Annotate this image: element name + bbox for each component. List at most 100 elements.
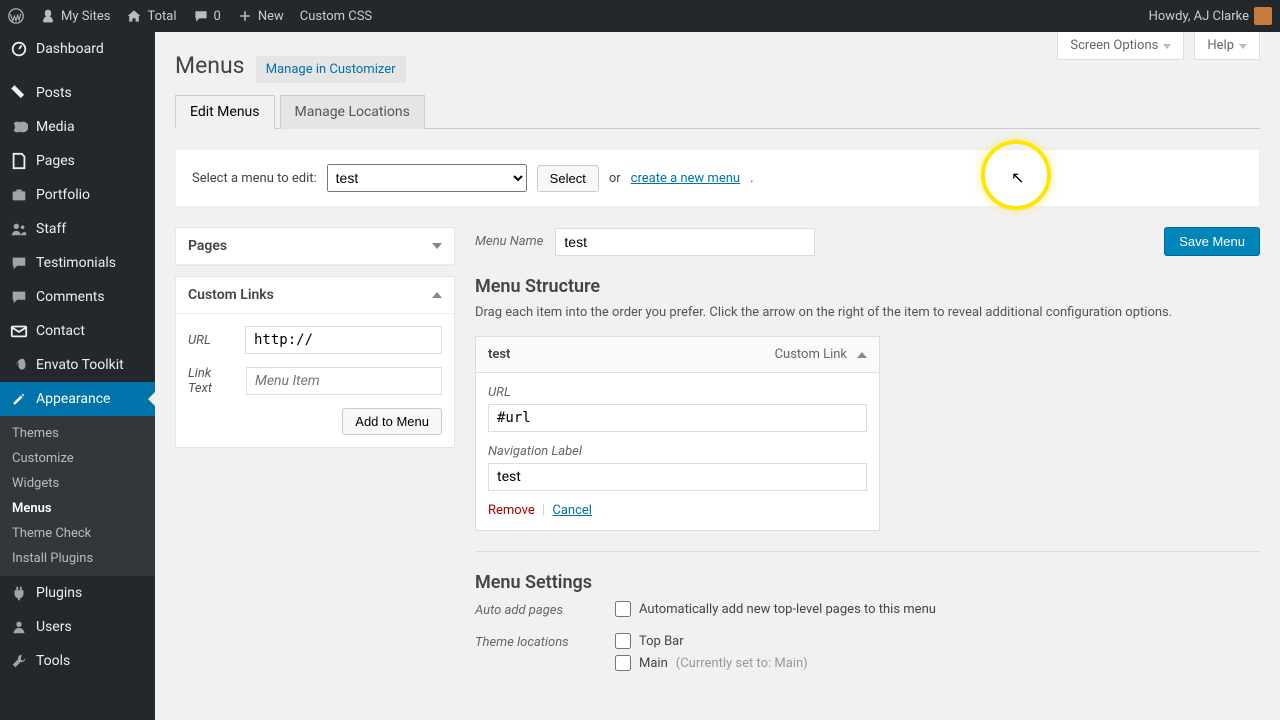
comments-count: 0 bbox=[214, 9, 221, 24]
sidebar-item-testimonials[interactable]: Testimonials bbox=[0, 246, 155, 280]
menu-name-label: Menu Name bbox=[475, 234, 543, 249]
sidebar-sub-themecheck[interactable]: Theme Check bbox=[0, 521, 155, 546]
sidebar-sub-customize[interactable]: Customize bbox=[0, 446, 155, 471]
autoadd-checkbox-label[interactable]: Automatically add new top-level pages to… bbox=[615, 601, 1260, 617]
sidebar-item-posts[interactable]: Posts bbox=[0, 76, 155, 110]
dot: . bbox=[750, 171, 753, 186]
autoadd-label: Auto add pages bbox=[475, 601, 615, 618]
separator: | bbox=[542, 503, 545, 518]
autoadd-checkbox[interactable] bbox=[615, 601, 631, 617]
screen-options-button[interactable]: Screen Options bbox=[1057, 32, 1184, 60]
sidebar-label: Pages bbox=[36, 153, 75, 169]
loc-main-note: (Currently set to: Main) bbox=[676, 656, 808, 671]
select-menu-label: Select a menu to edit: bbox=[192, 171, 317, 186]
menu-item: test Custom Link URL Navigation Label Re… bbox=[475, 336, 880, 531]
custom-link-text-input[interactable] bbox=[246, 367, 442, 395]
menu-item-navlabel-input[interactable] bbox=[488, 463, 867, 491]
admin-sidebar: Dashboard Posts Media Pages Portfolio St… bbox=[0, 32, 155, 720]
sidebar-sub-installplugins[interactable]: Install Plugins bbox=[0, 546, 155, 571]
sidebar-sub-themes[interactable]: Themes bbox=[0, 421, 155, 446]
comments-link[interactable]: 0 bbox=[193, 8, 221, 24]
site-name-label: Total bbox=[147, 9, 176, 24]
chevron-down-icon bbox=[1163, 44, 1171, 49]
sidebar-item-portfolio[interactable]: Portfolio bbox=[0, 178, 155, 212]
or-label: or bbox=[609, 171, 621, 186]
wp-logo[interactable] bbox=[8, 8, 24, 24]
sidebar-item-plugins[interactable]: Plugins bbox=[0, 576, 155, 610]
sidebar-label: Envato Toolkit bbox=[36, 357, 124, 373]
chevron-up-icon bbox=[857, 352, 867, 358]
linktext-label: Link Text bbox=[188, 366, 236, 396]
sidebar-item-tools[interactable]: Tools bbox=[0, 644, 155, 678]
menu-item-cancel-link[interactable]: Cancel bbox=[552, 503, 592, 518]
menu-settings-heading: Menu Settings bbox=[475, 572, 1260, 593]
main-content: Screen Options Help Menus Manage in Cust… bbox=[155, 32, 1280, 720]
menu-select-dropdown[interactable]: test bbox=[327, 164, 527, 192]
url-label: URL bbox=[188, 333, 235, 348]
custom-css-label: Custom CSS bbox=[300, 9, 372, 24]
custom-link-url-input[interactable] bbox=[245, 326, 442, 354]
sidebar-item-contact[interactable]: Contact bbox=[0, 314, 155, 348]
sidebar-item-dashboard[interactable]: Dashboard bbox=[0, 32, 155, 66]
site-home-link[interactable]: Total bbox=[126, 8, 176, 24]
sidebar-item-appearance[interactable]: Appearance bbox=[0, 382, 155, 416]
sidebar-label: Appearance bbox=[36, 391, 110, 407]
sidebar-sub-menus[interactable]: Menus bbox=[0, 496, 155, 521]
select-menu-button[interactable]: Select bbox=[537, 165, 599, 192]
menu-structure-desc: Drag each item into the order you prefer… bbox=[475, 305, 1260, 320]
sidebar-label: Tools bbox=[36, 653, 70, 669]
cursor-icon: ↖ bbox=[1011, 168, 1024, 187]
help-label: Help bbox=[1207, 38, 1234, 53]
tab-edit-menus[interactable]: Edit Menus bbox=[175, 95, 275, 129]
metabox-customlinks-toggle[interactable]: Custom Links bbox=[176, 277, 454, 314]
metabox-pages-toggle[interactable]: Pages bbox=[176, 228, 454, 265]
chevron-up-icon bbox=[432, 292, 442, 298]
sidebar-submenu-appearance: Themes Customize Widgets Menus Theme Che… bbox=[0, 416, 155, 576]
metabox-custom-links: Custom Links URL Link Text Add to Menu bbox=[175, 276, 455, 448]
chevron-down-icon bbox=[432, 243, 442, 249]
sidebar-label: Posts bbox=[36, 85, 72, 101]
sidebar-item-comments[interactable]: Comments bbox=[0, 280, 155, 314]
sidebar-item-media[interactable]: Media bbox=[0, 110, 155, 144]
custom-css-link[interactable]: Custom CSS bbox=[300, 9, 372, 24]
metabox-title: Pages bbox=[188, 238, 227, 254]
menu-select-panel: Select a menu to edit: test Select or cr… bbox=[175, 149, 1260, 207]
menu-item-url-input[interactable] bbox=[488, 404, 867, 432]
create-new-menu-link[interactable]: create a new menu bbox=[631, 171, 740, 186]
add-to-menu-button[interactable]: Add to Menu bbox=[342, 408, 442, 435]
metabox-title: Custom Links bbox=[188, 287, 274, 303]
sidebar-item-users[interactable]: Users bbox=[0, 610, 155, 644]
loc-main-text: Main bbox=[639, 656, 668, 671]
help-button[interactable]: Help bbox=[1194, 32, 1260, 60]
sidebar-item-envato[interactable]: Envato Toolkit bbox=[0, 348, 155, 382]
sidebar-label: Staff bbox=[36, 221, 66, 237]
sidebar-label: Dashboard bbox=[36, 41, 104, 57]
menu-item-remove-link[interactable]: Remove bbox=[488, 503, 535, 518]
nav-tabs: Edit Menus Manage Locations bbox=[175, 94, 1260, 129]
menu-item-bar[interactable]: test Custom Link bbox=[475, 336, 880, 373]
manage-customizer-link[interactable]: Manage in Customizer bbox=[256, 56, 406, 83]
menu-structure-column: Menu Name Save Menu Menu Structure Drag … bbox=[475, 227, 1260, 687]
admin-toolbar: My Sites Total 0 New Custom CSS Howdy, A… bbox=[0, 0, 1280, 32]
chevron-down-icon bbox=[1239, 44, 1247, 49]
sidebar-sub-widgets[interactable]: Widgets bbox=[0, 471, 155, 496]
sidebar-label: Users bbox=[36, 619, 72, 635]
loc-main-label[interactable]: Main (Currently set to: Main) bbox=[615, 655, 1260, 671]
my-sites-link[interactable]: My Sites bbox=[40, 8, 110, 24]
sidebar-item-pages[interactable]: Pages bbox=[0, 144, 155, 178]
sidebar-label: Contact bbox=[36, 323, 85, 339]
loc-topbar-checkbox[interactable] bbox=[615, 633, 631, 649]
metabox-pages: Pages bbox=[175, 227, 455, 266]
user-greeting[interactable]: Howdy, AJ Clarke bbox=[1149, 7, 1272, 25]
loc-topbar-label[interactable]: Top Bar bbox=[615, 633, 1260, 649]
my-sites-label: My Sites bbox=[61, 9, 110, 24]
save-menu-button[interactable]: Save Menu bbox=[1164, 227, 1260, 256]
menu-item-navlabel-label: Navigation Label bbox=[488, 444, 867, 459]
new-content-link[interactable]: New bbox=[237, 8, 284, 24]
tab-manage-locations[interactable]: Manage Locations bbox=[280, 95, 425, 129]
menu-name-input[interactable] bbox=[555, 228, 815, 256]
sidebar-label: Portfolio bbox=[36, 187, 90, 203]
divider bbox=[475, 551, 1260, 552]
loc-main-checkbox[interactable] bbox=[615, 655, 631, 671]
sidebar-item-staff[interactable]: Staff bbox=[0, 212, 155, 246]
